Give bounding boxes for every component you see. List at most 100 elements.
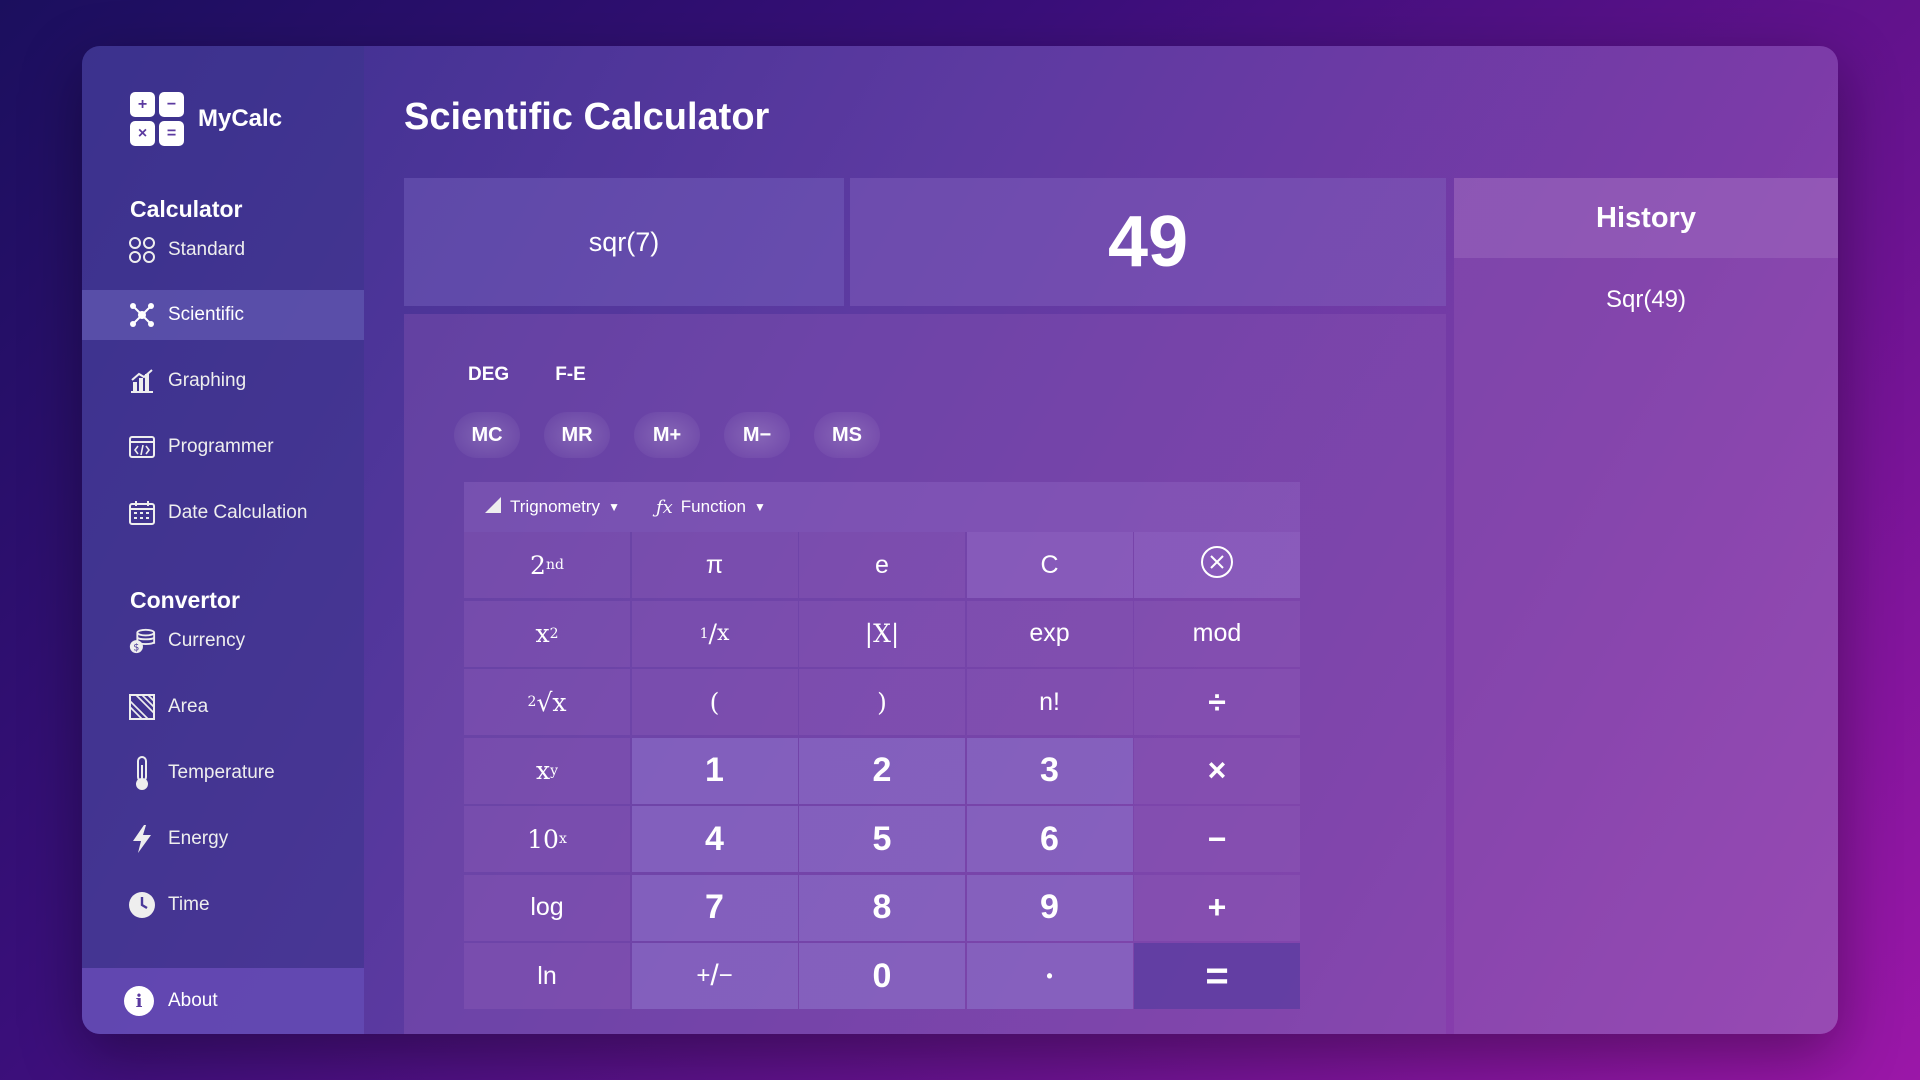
sidebar-item-area[interactable]: Area xyxy=(82,682,364,732)
sidebar-item-programmer[interactable]: Programmer xyxy=(82,422,364,472)
log-button[interactable]: log xyxy=(464,874,630,941)
programmer-icon xyxy=(128,433,156,461)
square-button[interactable]: x2 xyxy=(464,600,630,667)
mycalc-logo-icon: + − × = xyxy=(130,92,184,146)
thermometer-icon xyxy=(128,756,156,790)
calculator-section-title: Calculator xyxy=(130,196,243,222)
sidebar-item-currency[interactable]: $ Currency xyxy=(82,616,364,666)
result-display: 49 xyxy=(850,178,1446,306)
digit-4-button[interactable]: 4 xyxy=(631,806,798,872)
triangle-ruler-icon xyxy=(484,496,502,519)
memory-store-button[interactable]: MS xyxy=(814,412,880,458)
mod-button[interactable]: mod xyxy=(1134,600,1300,667)
scientific-icon xyxy=(128,301,156,329)
clear-button[interactable]: C xyxy=(966,532,1133,598)
memory-recall-button[interactable]: MR xyxy=(544,412,610,458)
history-panel: History Sqr(49) xyxy=(1454,178,1838,1034)
ten-power-button[interactable]: 10 x xyxy=(464,806,630,872)
sidebar-item-label: Programmer xyxy=(168,436,274,457)
sidebar-item-label: Time xyxy=(168,894,210,915)
sidebar-item-label: Graphing xyxy=(168,370,247,391)
keypad-grid: 2nd π e C x2 1/x |X| exp mod 2 √x ( ) n! … xyxy=(464,532,1300,1009)
digit-1-button[interactable]: 1 xyxy=(631,737,798,804)
ln-button[interactable]: ln xyxy=(464,943,630,1009)
area-icon xyxy=(128,693,156,721)
digit-7-button[interactable]: 7 xyxy=(631,874,798,941)
absolute-value-button[interactable]: |X| xyxy=(799,600,965,667)
history-divider xyxy=(1454,258,1838,264)
history-item[interactable]: Sqr(49) xyxy=(1454,286,1838,314)
negate-button[interactable]: + / − xyxy=(631,943,798,1009)
close-paren-button[interactable]: ) xyxy=(799,669,965,735)
brand: + − × = MyCalc xyxy=(130,92,282,146)
equals-button[interactable]: = xyxy=(1134,943,1300,1009)
about-label: About xyxy=(168,990,218,1011)
standard-icon xyxy=(128,236,156,264)
sidebar-item-label: Temperature xyxy=(168,762,275,783)
trigonometry-label: Trignometry xyxy=(510,497,601,516)
digit-0-button[interactable]: 0 xyxy=(799,943,965,1009)
multiply-button[interactable]: × xyxy=(1134,737,1300,804)
sidebar-item-standard[interactable]: Standard xyxy=(82,225,364,275)
history-title: History xyxy=(1454,178,1838,258)
power-button[interactable]: xy xyxy=(464,737,630,804)
subtract-button[interactable]: − xyxy=(1134,806,1300,872)
sidebar-item-date-calculation[interactable]: Date Calculation xyxy=(82,488,364,538)
info-icon: i xyxy=(124,986,154,1016)
function-toolbar: Trignometry ▼ ƒx Function ▼ xyxy=(464,482,1300,532)
chevron-down-icon: ▼ xyxy=(753,500,766,514)
trigonometry-dropdown[interactable]: Trignometry ▼ xyxy=(484,496,620,519)
function-dropdown[interactable]: ƒx Function ▼ xyxy=(656,497,766,518)
factorial-button[interactable]: n! xyxy=(966,669,1133,735)
memory-add-button[interactable]: M+ xyxy=(634,412,700,458)
second-function-button[interactable]: 2nd xyxy=(464,532,630,598)
lightning-icon xyxy=(128,825,156,853)
clock-icon xyxy=(128,891,156,919)
keypad-panel: DEG F-E MC MR M+ M− MS Trignometry ▼ ƒx … xyxy=(404,314,1446,1034)
sidebar-item-temperature[interactable]: Temperature xyxy=(82,748,364,798)
memory-clear-button[interactable]: MC xyxy=(454,412,520,458)
sidebar-item-label: Date Calculation xyxy=(168,502,308,523)
add-button[interactable]: + xyxy=(1134,874,1300,941)
digit-3-button[interactable]: 3 xyxy=(966,737,1133,804)
sidebar-item-graphing[interactable]: Graphing xyxy=(82,356,364,406)
sidebar-item-time[interactable]: Time xyxy=(82,880,364,930)
expression-display: sqr(7) xyxy=(404,178,844,306)
decimal-button[interactable]: • xyxy=(966,943,1133,1009)
function-label: Function xyxy=(680,497,746,516)
digit-8-button[interactable]: 8 xyxy=(799,874,965,941)
sidebar-item-energy[interactable]: Energy xyxy=(82,814,364,864)
digit-9-button[interactable]: 9 xyxy=(966,874,1133,941)
open-paren-button[interactable]: ( xyxy=(631,669,798,735)
chevron-down-icon: ▼ xyxy=(608,500,620,514)
pi-button[interactable]: π xyxy=(631,532,798,598)
angle-mode-button[interactable]: DEG xyxy=(468,364,509,386)
divide-button[interactable]: ÷ xyxy=(1134,669,1300,735)
sidebar-item-label: Scientific xyxy=(168,304,245,325)
digit-2-button[interactable]: 2 xyxy=(799,737,965,804)
sidebar-item-about[interactable]: i About xyxy=(82,968,364,1034)
page-title: Scientific Calculator xyxy=(404,96,770,138)
app-name: MyCalc xyxy=(198,105,283,132)
convertor-section-title: Convertor xyxy=(130,587,240,613)
sidebar-item-label: Energy xyxy=(168,828,229,849)
backspace-button[interactable] xyxy=(1134,532,1300,598)
sidebar-item-label: Standard xyxy=(168,239,246,260)
sidebar-item-label: Area xyxy=(168,696,209,717)
sidebar-item-label: Currency xyxy=(168,630,246,651)
exp-button[interactable]: exp xyxy=(966,600,1133,667)
digit-5-button[interactable]: 5 xyxy=(799,806,965,872)
close-circle-icon xyxy=(1199,544,1235,587)
digit-6-button[interactable]: 6 xyxy=(966,806,1133,872)
fe-notation-button[interactable]: F-E xyxy=(555,364,586,386)
function-icon: ƒx xyxy=(655,496,673,518)
sidebar-item-scientific[interactable]: Scientific xyxy=(82,290,364,340)
square-root-button[interactable]: 2 √x xyxy=(464,669,630,735)
memory-row: MC MR M+ M− MS xyxy=(454,412,880,458)
currency-icon: $ xyxy=(128,627,156,655)
euler-button[interactable]: e xyxy=(799,532,965,598)
memory-subtract-button[interactable]: M− xyxy=(724,412,790,458)
svg-text:$: $ xyxy=(133,642,139,653)
reciprocal-button[interactable]: 1/x xyxy=(631,600,798,667)
app-window: + − × = MyCalc Calculator Standard Scientif… xyxy=(82,46,1838,1034)
